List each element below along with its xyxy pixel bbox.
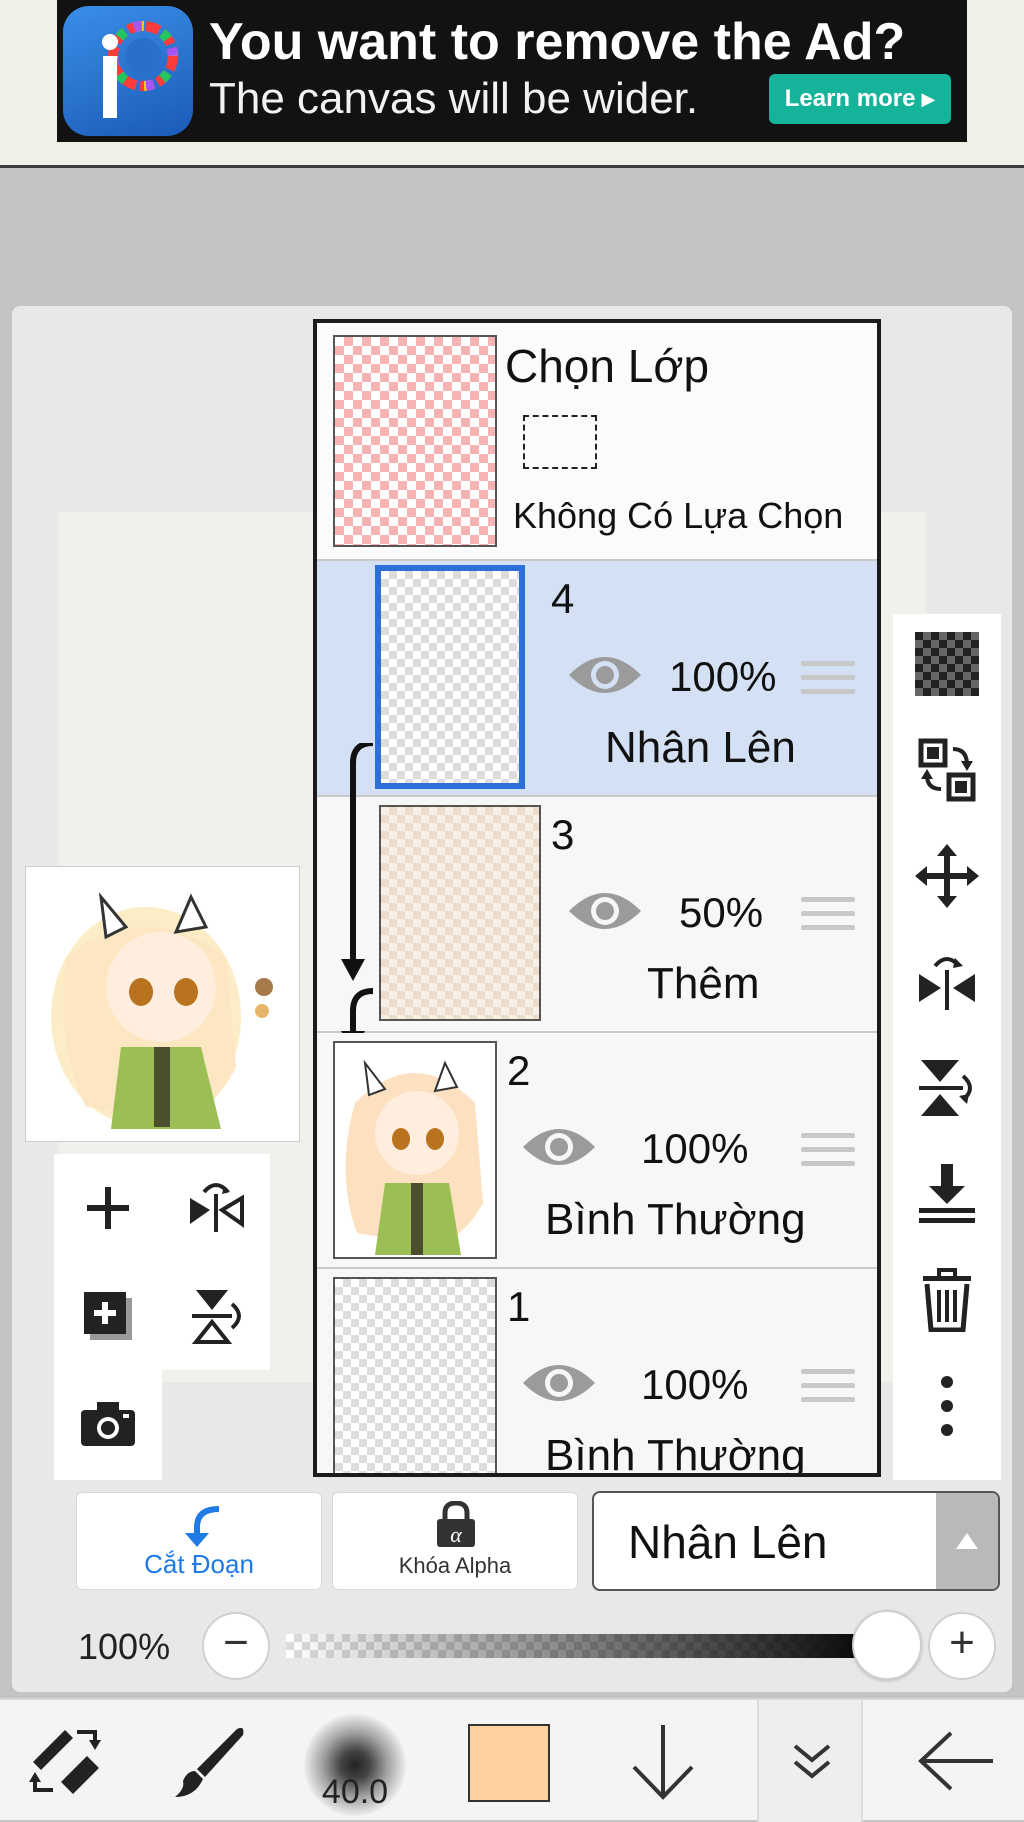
flip-layer-horizontal-icon[interactable]	[893, 932, 1001, 1032]
opacity-slider[interactable]	[286, 1634, 886, 1658]
back-arrow-icon[interactable]	[900, 1700, 1010, 1822]
learn-more-button[interactable]: Learn more ▶	[769, 74, 951, 124]
flip-horizontal-icon[interactable]	[162, 1154, 270, 1262]
color-swatch[interactable]	[468, 1724, 550, 1802]
left-tool-panel-lower	[54, 1370, 162, 1480]
visibility-eye-icon[interactable]	[567, 649, 643, 706]
svg-text:α: α	[450, 1522, 462, 1547]
visibility-eye-icon[interactable]	[521, 1121, 597, 1178]
flip-vertical-icon[interactable]	[162, 1262, 270, 1370]
ad-subtitle: The canvas will be wider.	[209, 74, 699, 123]
layer-list[interactable]: Chọn Lớp Không Có Lựa Chọn 4 100% Nhân L…	[313, 319, 881, 1477]
drag-handle-icon[interactable]	[801, 1369, 855, 1411]
alpha-lock-button[interactable]: α Khóa Alpha	[332, 1492, 578, 1590]
delete-icon[interactable]	[893, 1250, 1001, 1350]
layer-blend-mode: Nhân Lên	[605, 723, 796, 772]
layer-opacity-row: 100% − +	[0, 1600, 1024, 1690]
layer-row-2[interactable]: 2 100% Bình Thường	[317, 1033, 877, 1269]
layer-opacity: 50%	[679, 889, 764, 936]
visibility-eye-icon[interactable]	[521, 1357, 597, 1414]
layer-thumbnail	[379, 805, 541, 1021]
selection-status: Không Có Lựa Chọn	[513, 495, 844, 536]
learn-more-label: Learn more	[784, 85, 916, 112]
selection-layer-row[interactable]: Chọn Lớp Không Có Lựa Chọn	[317, 323, 877, 561]
layer-thumbnail	[333, 1277, 497, 1473]
layer-blend-mode: Bình Thường	[545, 1431, 806, 1477]
ibis-paint-logo	[63, 6, 193, 136]
swap-layer-icon[interactable]	[893, 720, 1001, 820]
bottom-toolbar: 40.0	[0, 1698, 1024, 1822]
camera-icon[interactable]	[54, 1370, 162, 1478]
layer-blend-mode: Bình Thường	[545, 1195, 806, 1244]
layer-row-1[interactable]: 1 100% Bình Thường	[317, 1269, 877, 1477]
layer-opacity: 100%	[641, 1361, 749, 1408]
opacity-increase-button[interactable]: +	[928, 1612, 996, 1680]
brush-icon[interactable]	[156, 1700, 266, 1822]
selection-marquee-icon	[523, 415, 597, 469]
chevron-up-icon[interactable]	[936, 1493, 998, 1589]
opacity-slider-knob[interactable]	[852, 1610, 922, 1680]
layer-number: 4	[551, 575, 575, 622]
flip-layer-vertical-icon[interactable]	[893, 1038, 1001, 1138]
brush-size-indicator[interactable]: 40.0	[304, 1714, 406, 1816]
layer-opacity: 100%	[669, 653, 777, 700]
collapse-icon	[793, 1744, 831, 1779]
visibility-eye-icon[interactable]	[567, 885, 643, 942]
blend-mode-value: Nhân Lên	[628, 1516, 828, 1568]
opacity-value: 100%	[78, 1626, 171, 1667]
layer-opacity: 100%	[641, 1125, 749, 1172]
right-tool-panel	[893, 614, 1001, 1480]
merge-down-icon[interactable]	[893, 1144, 1001, 1244]
plus-icon: +	[949, 1618, 975, 1667]
opacity-decrease-button[interactable]: −	[202, 1612, 270, 1680]
selection-layer-thumbnail	[333, 335, 497, 547]
add-layer-copy-icon[interactable]	[54, 1262, 162, 1370]
layer-number: 3	[551, 811, 575, 858]
drag-handle-icon[interactable]	[801, 661, 855, 703]
drag-handle-icon[interactable]	[801, 1133, 855, 1175]
layer-number: 1	[507, 1283, 531, 1330]
move-icon[interactable]	[893, 826, 1001, 926]
layer-blend-mode: Thêm	[647, 959, 760, 1008]
character-illustration	[51, 892, 273, 1129]
transform-tool-icon[interactable]	[10, 1700, 120, 1822]
play-arrow-icon: ▶	[921, 88, 936, 109]
ad-title: You want to remove the Ad?	[209, 13, 906, 71]
lock-icon: α	[437, 1501, 475, 1547]
more-options-icon[interactable]	[893, 1356, 1001, 1456]
ad-banner-area: You want to remove the Ad? The canvas wi…	[0, 0, 1024, 168]
ad-banner[interactable]: You want to remove the Ad? The canvas wi…	[57, 0, 967, 142]
clipping-arrow-icon	[185, 1506, 220, 1547]
drag-handle-icon[interactable]	[801, 897, 855, 939]
left-tool-panel	[54, 1154, 270, 1370]
layer-thumbnail	[333, 1041, 497, 1259]
clipping-button[interactable]: Cắt Đoạn	[76, 1492, 322, 1590]
clipping-label: Cắt Đoạn	[144, 1549, 254, 1579]
brush-size-value: 40.0	[321, 1773, 389, 1811]
minus-icon: −	[223, 1618, 249, 1667]
transparency-checker-icon[interactable]	[893, 614, 1001, 714]
selection-layer-title: Chọn Lớp	[505, 340, 710, 392]
layer-row-3[interactable]: 3 50% Thêm	[317, 797, 877, 1033]
collapse-toolbar-button[interactable]	[757, 1700, 863, 1822]
alpha-lock-label: Khóa Alpha	[398, 1553, 512, 1578]
blend-mode-select[interactable]: Nhân Lên	[592, 1491, 1000, 1591]
add-layer-icon[interactable]	[54, 1154, 162, 1262]
layer-thumbnail	[375, 565, 525, 789]
canvas-preview[interactable]	[25, 866, 300, 1142]
layer-number: 2	[507, 1047, 531, 1094]
layer-row-4[interactable]: 4 100% Nhân Lên	[317, 561, 877, 797]
move-down-icon[interactable]	[608, 1700, 718, 1822]
